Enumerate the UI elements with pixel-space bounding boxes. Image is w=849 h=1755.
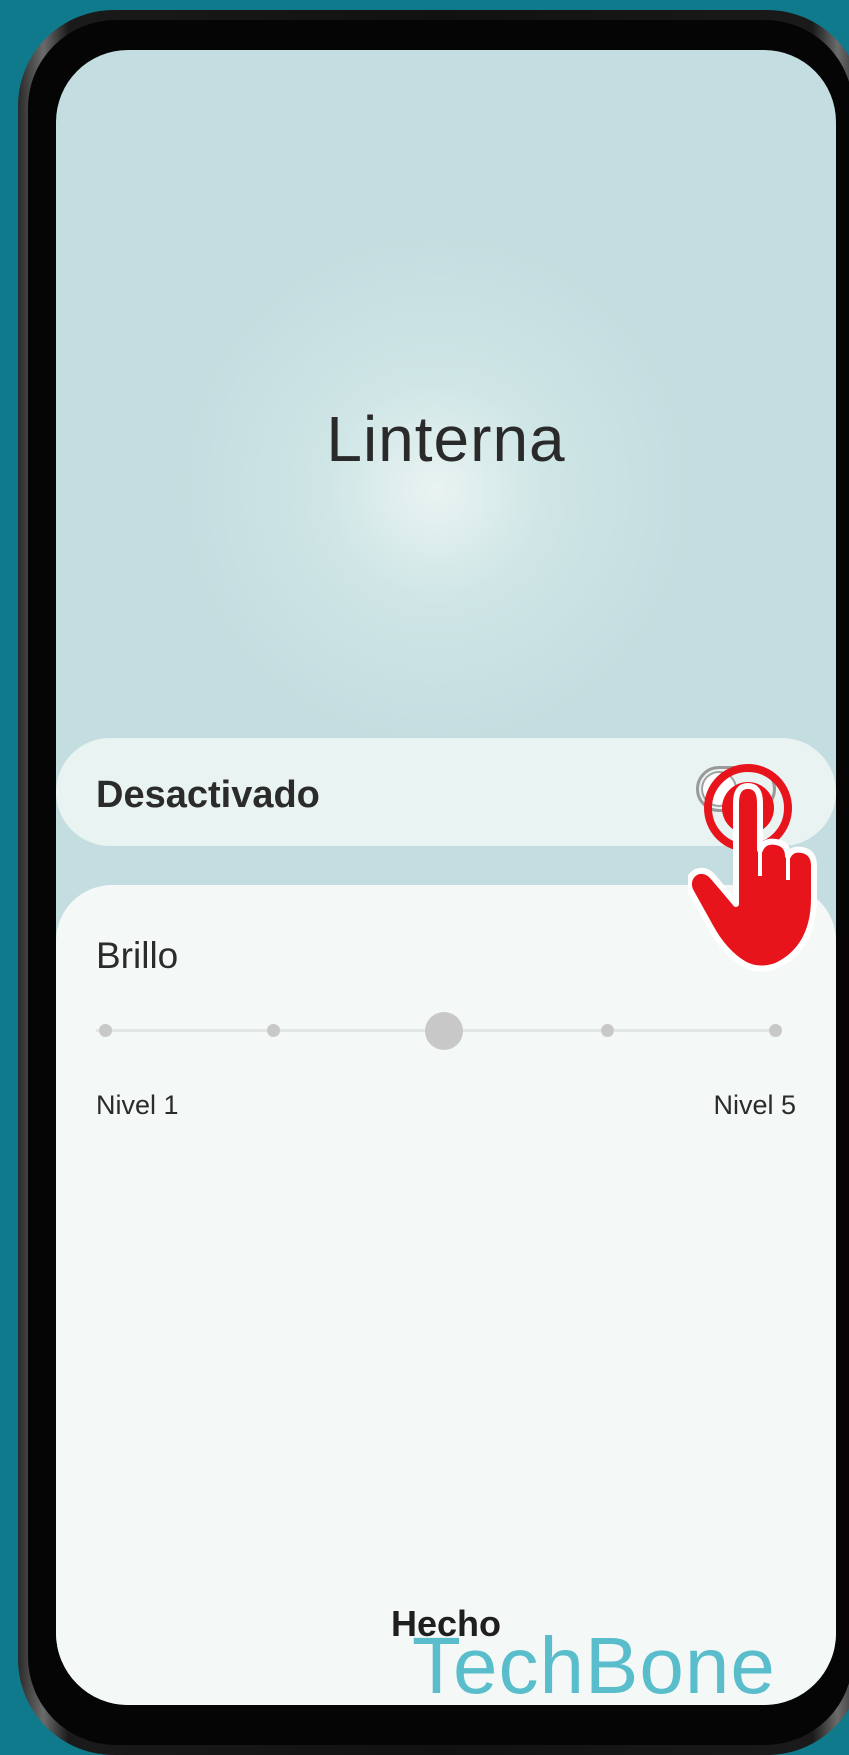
- slider-step-5[interactable]: [769, 1024, 782, 1037]
- brightness-slider[interactable]: [96, 1012, 782, 1050]
- page-title: Linterna: [326, 403, 566, 475]
- slider-step-1[interactable]: [99, 1024, 112, 1037]
- max-level-label: Nivel 5: [713, 1090, 796, 1120]
- flashlight-glow: [176, 230, 696, 750]
- toggle-label: Desactivado: [96, 774, 320, 816]
- slider-thumb[interactable]: [425, 1012, 463, 1050]
- brightness-panel: Brillo Nivel 1 Nivel 5 Hecho: [56, 885, 836, 1705]
- slider-step-4[interactable]: [601, 1024, 614, 1037]
- slider-step-2[interactable]: [267, 1024, 280, 1037]
- hand-pointer-icon: [688, 764, 817, 972]
- watermark-logo: TechBone: [412, 1621, 776, 1710]
- min-level-label: Nivel 1: [96, 1090, 179, 1120]
- brightness-label: Brillo: [96, 935, 179, 976]
